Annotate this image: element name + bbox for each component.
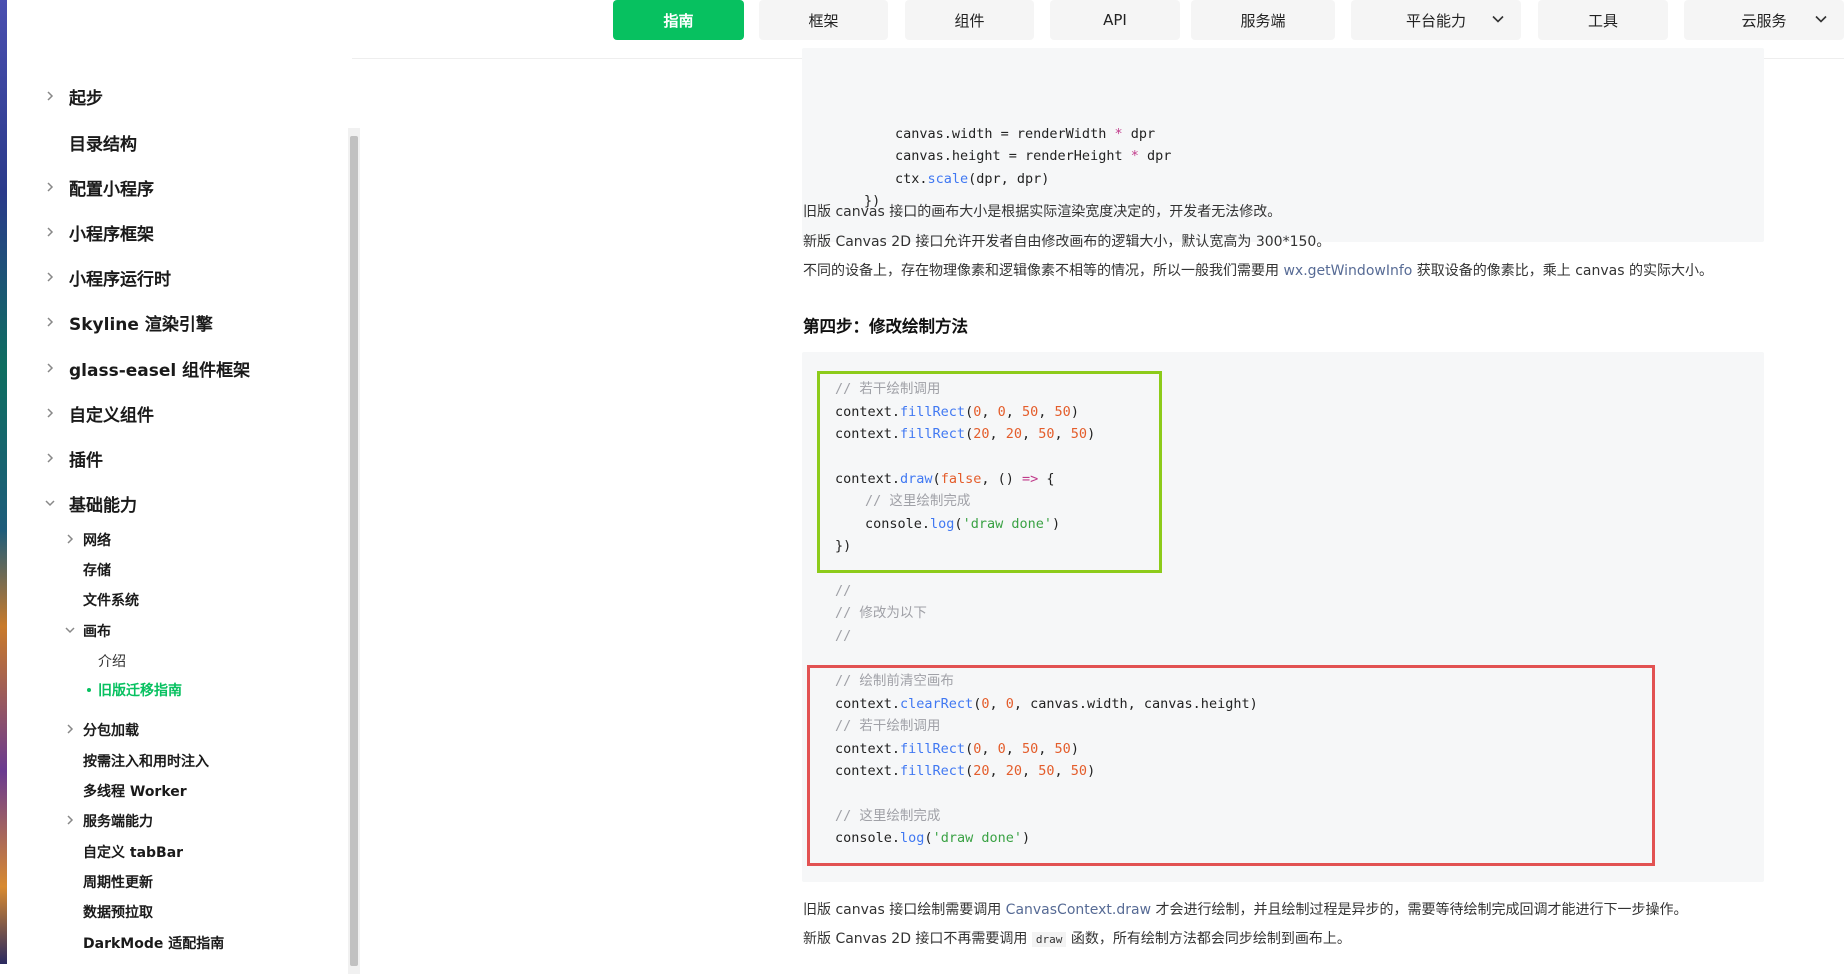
nav-tab-label: 框架 <box>808 11 839 30</box>
chevron-right-icon[interactable] <box>64 533 76 545</box>
chevron-down-icon[interactable] <box>64 624 76 636</box>
nav-tab-label: 组件 <box>954 11 985 30</box>
code-line: ctx.scale(dpr, dpr) <box>895 171 1050 187</box>
nav-tab-platform[interactable]: 平台能力 <box>1351 0 1521 40</box>
code-comment: // 修改为以下 <box>835 605 927 621</box>
text: 旧版 canvas 接口绘制需要调用 <box>803 902 1006 918</box>
chevron-right-icon[interactable] <box>44 407 56 419</box>
nav-tab-api[interactable]: API <box>1050 0 1180 40</box>
sidebar-subitem[interactable]: 文件系统 <box>83 590 139 610</box>
text: 新版 Canvas 2D 接口不再需要调用 <box>803 931 1032 947</box>
code-comment: // <box>835 628 852 644</box>
paragraph-device-pixel: 不同的设备上，存在物理像素和逻辑像素不相等的情况，所以一般我们需要用 wx.ge… <box>803 260 1713 280</box>
highlight-box-green <box>817 371 1162 573</box>
sidebar-item-jichu-nengli[interactable]: 基础能力 <box>69 491 137 516</box>
sidebar-subitem[interactable]: 数据预拉取 <box>83 902 153 922</box>
link-canvascontext-draw[interactable]: CanvasContext.draw <box>1006 902 1151 918</box>
code-line: canvas.height = renderHeight * dpr <box>895 148 1172 164</box>
sidebar-item-chajian[interactable]: 插件 <box>69 446 103 471</box>
sidebar-item-skyline[interactable]: Skyline 渲染引擎 <box>69 310 213 335</box>
paragraph-new-draw: 新版 Canvas 2D 接口不再需要调用 draw 函数，所有绘制方法都会同步… <box>803 928 1351 948</box>
highlight-box-red <box>807 665 1655 866</box>
nav-tab-components[interactable]: 组件 <box>905 0 1034 40</box>
text: 不同的设备上，存在物理像素和逻辑像素不相等的情况，所以一般我们需要用 <box>803 263 1284 279</box>
sidebar-subitem[interactable]: 多线程 Worker <box>83 781 187 801</box>
chevron-right-icon[interactable] <box>64 723 76 735</box>
chevron-right-icon[interactable] <box>44 181 56 193</box>
chevron-right-icon[interactable] <box>44 316 56 328</box>
code-line: canvas.width = renderWidth * dpr <box>895 126 1156 142</box>
chevron-right-icon[interactable] <box>44 90 56 102</box>
nav-tab-framework[interactable]: 框架 <box>759 0 888 40</box>
nav-tab-label: 服务端 <box>1240 11 1286 30</box>
chevron-down-icon <box>1815 15 1827 23</box>
nav-tab-label: 云服务 <box>1741 11 1787 30</box>
sidebar-subitem[interactable]: 周期性更新 <box>83 872 153 892</box>
link-wx-getwindowinfo[interactable]: wx.getWindowInfo <box>1283 263 1412 279</box>
sidebar-subitem[interactable]: 存储 <box>83 560 111 580</box>
section-heading-step4: 第四步：修改绘制方法 <box>803 317 968 336</box>
nav-tab-guide[interactable]: 指南 <box>613 0 744 40</box>
nav-tab-server[interactable]: 服务端 <box>1191 0 1335 40</box>
code-comment: // <box>835 583 852 599</box>
chevron-down-icon <box>1492 15 1504 23</box>
chevron-right-icon[interactable] <box>44 362 56 374</box>
sidebar-item-yunxingshi[interactable]: 小程序运行时 <box>69 265 171 290</box>
sidebar-subitem[interactable]: 网络 <box>83 530 111 550</box>
desktop-wallpaper-edge <box>0 0 7 964</box>
sidebar-subitem[interactable]: 介绍 <box>98 651 126 671</box>
text: 获取设备的像素比，乘上 canvas 的实际大小。 <box>1412 263 1713 279</box>
nav-tab-label: API <box>1103 11 1127 29</box>
sidebar: 起步目录结构配置小程序小程序框架小程序运行时 Skyline 渲染引擎 glass-… <box>7 58 360 974</box>
sidebar-subitem[interactable]: 自定义 tabBar <box>83 842 183 862</box>
paragraph-new-canvas-size: 新版 Canvas 2D 接口允许开发者自由修改画布的逻辑大小，默认宽高为 30… <box>803 234 1331 250</box>
chevron-right-icon[interactable] <box>44 452 56 464</box>
nav-tab-cloud[interactable]: 云服务 <box>1684 0 1844 40</box>
sidebar-subitem[interactable]: 服务端能力 <box>83 811 153 831</box>
active-dot-icon <box>87 688 91 692</box>
inline-code: draw <box>1031 932 1067 947</box>
nav-tab-label: 平台能力 <box>1405 11 1466 30</box>
sidebar-item-kuangjia[interactable]: 小程序框架 <box>69 220 154 245</box>
sidebar-subitem[interactable]: 画布 <box>83 621 111 641</box>
sidebar-item-zidingyi-zujian[interactable]: 自定义组件 <box>69 401 154 426</box>
chevron-right-icon[interactable] <box>44 226 56 238</box>
nav-tab-tools[interactable]: 工具 <box>1538 0 1668 40</box>
text: 才会进行绘制，并且绘制过程是异步的，需要等待绘制完成回调才能进行下一步操作。 <box>1151 902 1688 918</box>
chevron-right-icon[interactable] <box>44 271 56 283</box>
sidebar-item-mulu[interactable]: 目录结构 <box>69 130 137 155</box>
sidebar-item-qibu[interactable]: 起步 <box>69 84 103 109</box>
sidebar-item-peizhi[interactable]: 配置小程序 <box>69 175 154 200</box>
text: 函数，所有绘制方法都会同步绘制到画布上。 <box>1066 931 1351 947</box>
nav-tab-label: 指南 <box>663 11 694 30</box>
sidebar-item-active[interactable]: 旧版迁移指南 <box>98 680 182 700</box>
sidebar-subitem[interactable]: DarkMode 适配指南 <box>83 933 224 953</box>
paragraph-old-canvas-size: 旧版 canvas 接口的画布大小是根据实际渲染宽度决定的，开发者无法修改。 <box>803 204 1282 220</box>
sidebar-item-glass-easel[interactable]: glass-easel 组件框架 <box>69 356 250 381</box>
chevron-right-icon[interactable] <box>64 814 76 826</box>
paragraph-old-draw: 旧版 canvas 接口绘制需要调用 CanvasContext.draw 才会… <box>803 899 1687 919</box>
sidebar-subitem[interactable]: 按需注入和用时注入 <box>83 751 209 771</box>
main-content: canvas.width = renderWidth * dpr canvas.… <box>352 48 1844 964</box>
chevron-down-icon[interactable] <box>44 497 56 509</box>
nav-tab-label: 工具 <box>1587 11 1618 30</box>
sidebar-subitem[interactable]: 分包加载 <box>83 720 139 740</box>
